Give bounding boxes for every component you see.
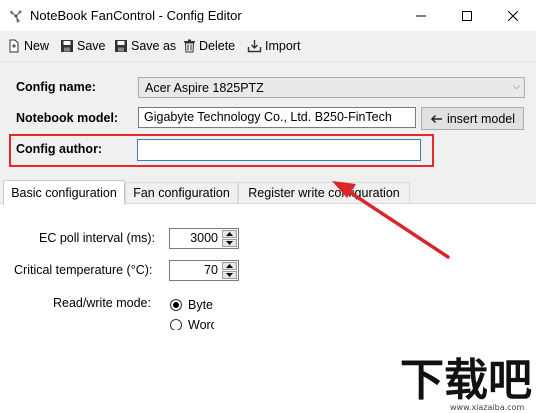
- watermark-text: 下载吧: [400, 355, 532, 406]
- watermark-url: www.xiazaiba.com: [450, 403, 525, 412]
- tab-label: Basic configuration: [11, 186, 117, 200]
- tab-basic-configuration[interactable]: Basic configuration: [3, 180, 125, 205]
